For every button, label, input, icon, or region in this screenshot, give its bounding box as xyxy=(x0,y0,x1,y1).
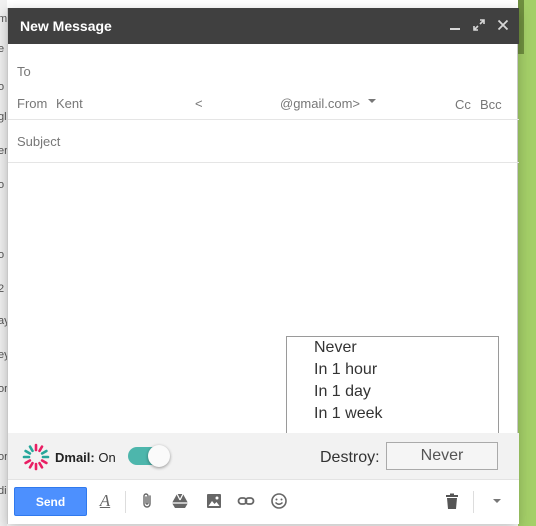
background-inbox-strip: m e o gl er o l o 2 ay ey or i or di xyxy=(0,0,7,526)
more-options-icon[interactable] xyxy=(486,490,508,512)
from-dropdown-icon[interactable] xyxy=(368,99,376,103)
bcc-link[interactable]: Bcc xyxy=(480,97,502,112)
minimize-icon[interactable] xyxy=(446,16,464,34)
dmail-logo-icon xyxy=(22,443,50,471)
destroy-label: Destroy: xyxy=(320,449,380,466)
cc-link[interactable]: Cc xyxy=(455,97,471,112)
subject-placeholder: Subject xyxy=(17,134,61,149)
destroy-dropdown-list: Never In 1 hour In 1 day In 1 week xyxy=(286,336,499,441)
dmail-bar: Dmail: On Destroy: Never xyxy=(8,433,519,479)
compose-title: New Message xyxy=(20,18,112,34)
photo-icon[interactable] xyxy=(203,490,225,512)
toolbar-divider xyxy=(473,491,474,513)
drive-icon[interactable] xyxy=(169,490,191,512)
compose-window: New Message To From Kent < @gmail.com> C… xyxy=(7,8,519,524)
from-field[interactable]: From Kent < @gmail.com> Cc Bcc xyxy=(8,84,519,120)
compose-toolbar: Send A xyxy=(8,479,519,524)
to-field[interactable]: To xyxy=(8,52,519,86)
destroy-option[interactable]: In 1 week xyxy=(314,405,382,423)
toggle-knob xyxy=(148,445,170,467)
close-icon[interactable] xyxy=(494,16,512,34)
dmail-status-value: On xyxy=(98,450,116,465)
format-text-label: A xyxy=(99,491,111,510)
dmail-brand: Dmail: xyxy=(55,450,95,465)
link-icon[interactable] xyxy=(235,490,257,512)
destroy-option[interactable]: In 1 day xyxy=(314,383,371,401)
from-email: @gmail.com> xyxy=(280,96,361,111)
format-text-icon[interactable]: A xyxy=(94,490,116,512)
emoji-icon[interactable] xyxy=(268,490,290,512)
trash-icon[interactable] xyxy=(441,490,463,512)
toolbar-divider xyxy=(125,491,126,513)
compose-titlebar[interactable]: New Message xyxy=(8,8,519,44)
subject-field[interactable]: Subject xyxy=(8,121,519,163)
dmail-toggle[interactable] xyxy=(128,445,170,467)
expand-icon[interactable] xyxy=(470,16,488,34)
send-button[interactable]: Send xyxy=(14,487,87,516)
sidebar-green-edge xyxy=(518,0,536,526)
destroy-select[interactable]: Never xyxy=(386,442,498,470)
from-label: From xyxy=(17,96,48,111)
to-label: To xyxy=(17,64,31,79)
paperclip-icon[interactable] xyxy=(137,490,159,512)
destroy-option[interactable]: In 1 hour xyxy=(314,361,377,379)
destroy-option[interactable]: Never xyxy=(314,339,357,357)
from-name: Kent xyxy=(56,96,83,111)
dmail-status: Dmail: On xyxy=(55,450,116,465)
from-bracket: < xyxy=(195,96,203,111)
